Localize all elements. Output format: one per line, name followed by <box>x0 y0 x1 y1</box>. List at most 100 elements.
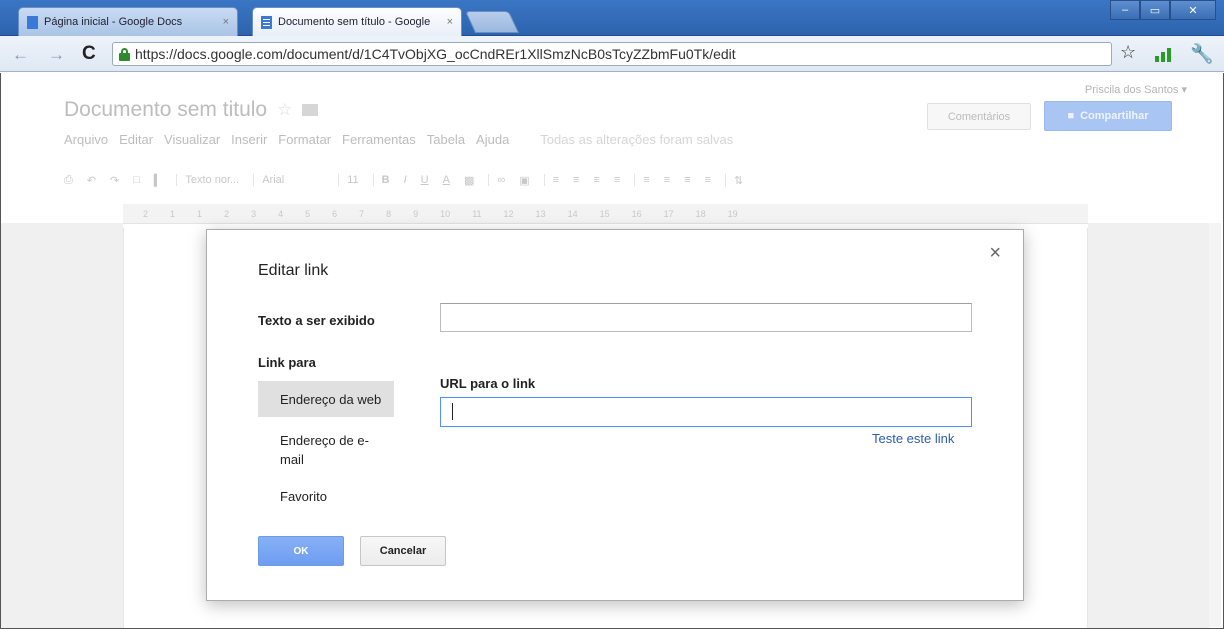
minimize-button[interactable]: – <box>1110 0 1140 20</box>
paint-format-icon[interactable]: ▍ <box>154 174 162 187</box>
option-email-address[interactable]: Endereço de e-mail <box>258 422 388 472</box>
document-title-row: Documento sem titulo ☆ <box>64 98 319 122</box>
redo-icon[interactable]: ↷ <box>110 174 119 187</box>
zoom-icon[interactable]: □ <box>133 174 140 186</box>
font-size-select[interactable]: 11 <box>338 174 359 186</box>
highlight-color-icon[interactable]: ▩ <box>464 174 474 187</box>
style-select[interactable]: Texto nor... <box>176 174 239 186</box>
ruler-tick: 2 <box>143 208 149 219</box>
url-label: URL para o link <box>440 376 536 391</box>
ruler-tick: 1 <box>197 208 203 219</box>
ruler-tick: 3 <box>251 208 257 219</box>
ruler-tick: 8 <box>386 208 392 219</box>
font-select[interactable]: Arial <box>253 174 284 186</box>
ruler-tick: 10 <box>440 208 451 219</box>
close-tab-icon[interactable]: × <box>223 16 229 28</box>
align-left-icon[interactable]: ≡ <box>634 174 650 186</box>
menu-inserir[interactable]: Inserir <box>231 132 267 147</box>
test-link[interactable]: Teste este link <box>872 431 954 446</box>
document-title[interactable]: Documento sem titulo <box>64 98 267 122</box>
decrease-indent-icon[interactable]: ≡ <box>593 174 599 186</box>
docs-formatting-toolbar: ⎙ ↶ ↷ □ ▍ Texto nor... Arial 11 B I U A … <box>64 166 1114 194</box>
ruler-tick: 4 <box>278 208 284 219</box>
ok-button[interactable]: OK <box>258 536 344 566</box>
lock-icon: ■ <box>1067 110 1075 122</box>
folder-icon[interactable] <box>302 104 319 116</box>
ruler-tick: 9 <box>413 208 419 219</box>
ruler-tick: 2 <box>224 208 230 219</box>
reload-icon[interactable]: C <box>82 43 96 65</box>
bold-button[interactable]: B <box>372 174 390 186</box>
tab-docs-home[interactable]: Página inicial - Google Docs × <box>18 7 238 36</box>
ruler-tick: 15 <box>599 208 610 219</box>
ruler-tick: 5 <box>305 208 311 219</box>
share-button-label: Compartilhar <box>1080 110 1149 122</box>
tab-label: Página inicial - Google Docs <box>44 16 183 28</box>
forward-arrow-icon[interactable]: → <box>48 45 65 65</box>
edit-link-dialog: × Editar link Texto a ser exibido Link p… <box>206 229 1024 601</box>
link-to-label: Link para <box>258 355 316 370</box>
line-spacing-icon[interactable]: ⇅ <box>724 173 743 187</box>
ruler-tick: 11 <box>472 208 482 219</box>
menu-visualizar[interactable]: Visualizar <box>164 132 220 147</box>
share-button[interactable]: ■ Compartilhar <box>1044 101 1172 131</box>
underline-button[interactable]: U <box>421 174 429 186</box>
increase-indent-icon[interactable]: ≡ <box>614 174 620 186</box>
cancel-button[interactable]: Cancelar <box>360 536 446 566</box>
wrench-icon[interactable]: 🔧 <box>1190 42 1214 66</box>
browser-titlebar: Página inicial - Google Docs × Documento… <box>0 0 1224 36</box>
menu-tabela[interactable]: Tabela <box>427 132 465 147</box>
window-controls: – ▭ ✕ <box>1110 0 1216 20</box>
italic-button[interactable]: I <box>404 174 407 186</box>
option-bookmark[interactable]: Favorito <box>258 478 394 508</box>
save-status: Todas as alterações foram salvas <box>540 132 734 147</box>
browser-toolbar: ← → C https://docs.google.com/document/d… <box>0 36 1224 72</box>
image-icon[interactable]: ▣ <box>519 174 529 187</box>
text-color-button[interactable]: A <box>443 174 450 186</box>
star-icon[interactable]: ☆ <box>277 100 292 120</box>
ruler-tick: 19 <box>727 208 738 219</box>
address-bar[interactable]: https://docs.google.com/document/d/1C4Tv… <box>112 42 1112 66</box>
menu-arquivo[interactable]: Arquivo <box>64 132 108 147</box>
canvas-left-margin <box>1 223 123 628</box>
comments-button[interactable]: Comentários <box>927 103 1031 130</box>
close-tab-icon[interactable]: × <box>447 16 453 28</box>
align-justify-icon[interactable]: ≡ <box>705 174 711 186</box>
numbered-list-icon[interactable]: ≡ <box>543 174 559 186</box>
option-web-address[interactable]: Endereço da web <box>258 381 394 417</box>
menu-formatar[interactable]: Formatar <box>278 132 331 147</box>
link-icon[interactable]: ∞ <box>488 174 505 186</box>
url-input[interactable] <box>440 397 972 427</box>
canvas-right-margin <box>1088 223 1210 628</box>
close-icon[interactable]: × <box>989 242 1001 265</box>
bulleted-list-icon[interactable]: ≡ <box>573 174 579 186</box>
display-text-input[interactable] <box>440 303 972 332</box>
ruler-tick: 7 <box>359 208 365 219</box>
align-right-icon[interactable]: ≡ <box>684 174 690 186</box>
text-cursor <box>452 403 453 420</box>
ruler-tick: 13 <box>535 208 546 219</box>
menu-ferramentas[interactable]: Ferramentas <box>342 132 416 147</box>
document-favicon-icon <box>261 15 272 29</box>
tab-label: Documento sem título - Google <box>278 16 431 28</box>
menu-editar[interactable]: Editar <box>119 132 153 147</box>
lock-icon <box>119 47 130 61</box>
align-center-icon[interactable]: ≡ <box>664 174 670 186</box>
back-arrow-icon[interactable]: ← <box>12 45 29 65</box>
new-tab-button[interactable] <box>464 11 520 33</box>
docs-menubar: Arquivo Editar Visualizar Inserir Format… <box>64 132 744 147</box>
close-window-button[interactable]: ✕ <box>1170 0 1216 20</box>
undo-icon[interactable]: ↶ <box>87 174 96 187</box>
bookmark-star-icon[interactable]: ☆ <box>1120 42 1136 63</box>
ruler-tick: 6 <box>332 208 338 219</box>
tab-untitled-document[interactable]: Documento sem título - Google × <box>252 7 462 36</box>
user-account-menu[interactable]: Priscila dos Santos ▾ <box>1085 83 1187 96</box>
signal-bars-icon[interactable] <box>1155 48 1171 62</box>
ruler-tick: 18 <box>695 208 706 219</box>
menu-ajuda[interactable]: Ajuda <box>476 132 509 147</box>
maximize-button[interactable]: ▭ <box>1140 0 1170 20</box>
vertical-scrollbar[interactable] <box>1209 223 1221 627</box>
print-icon[interactable]: ⎙ <box>64 174 73 187</box>
dialog-title: Editar link <box>258 262 329 279</box>
ruler-tick: 14 <box>567 208 578 219</box>
